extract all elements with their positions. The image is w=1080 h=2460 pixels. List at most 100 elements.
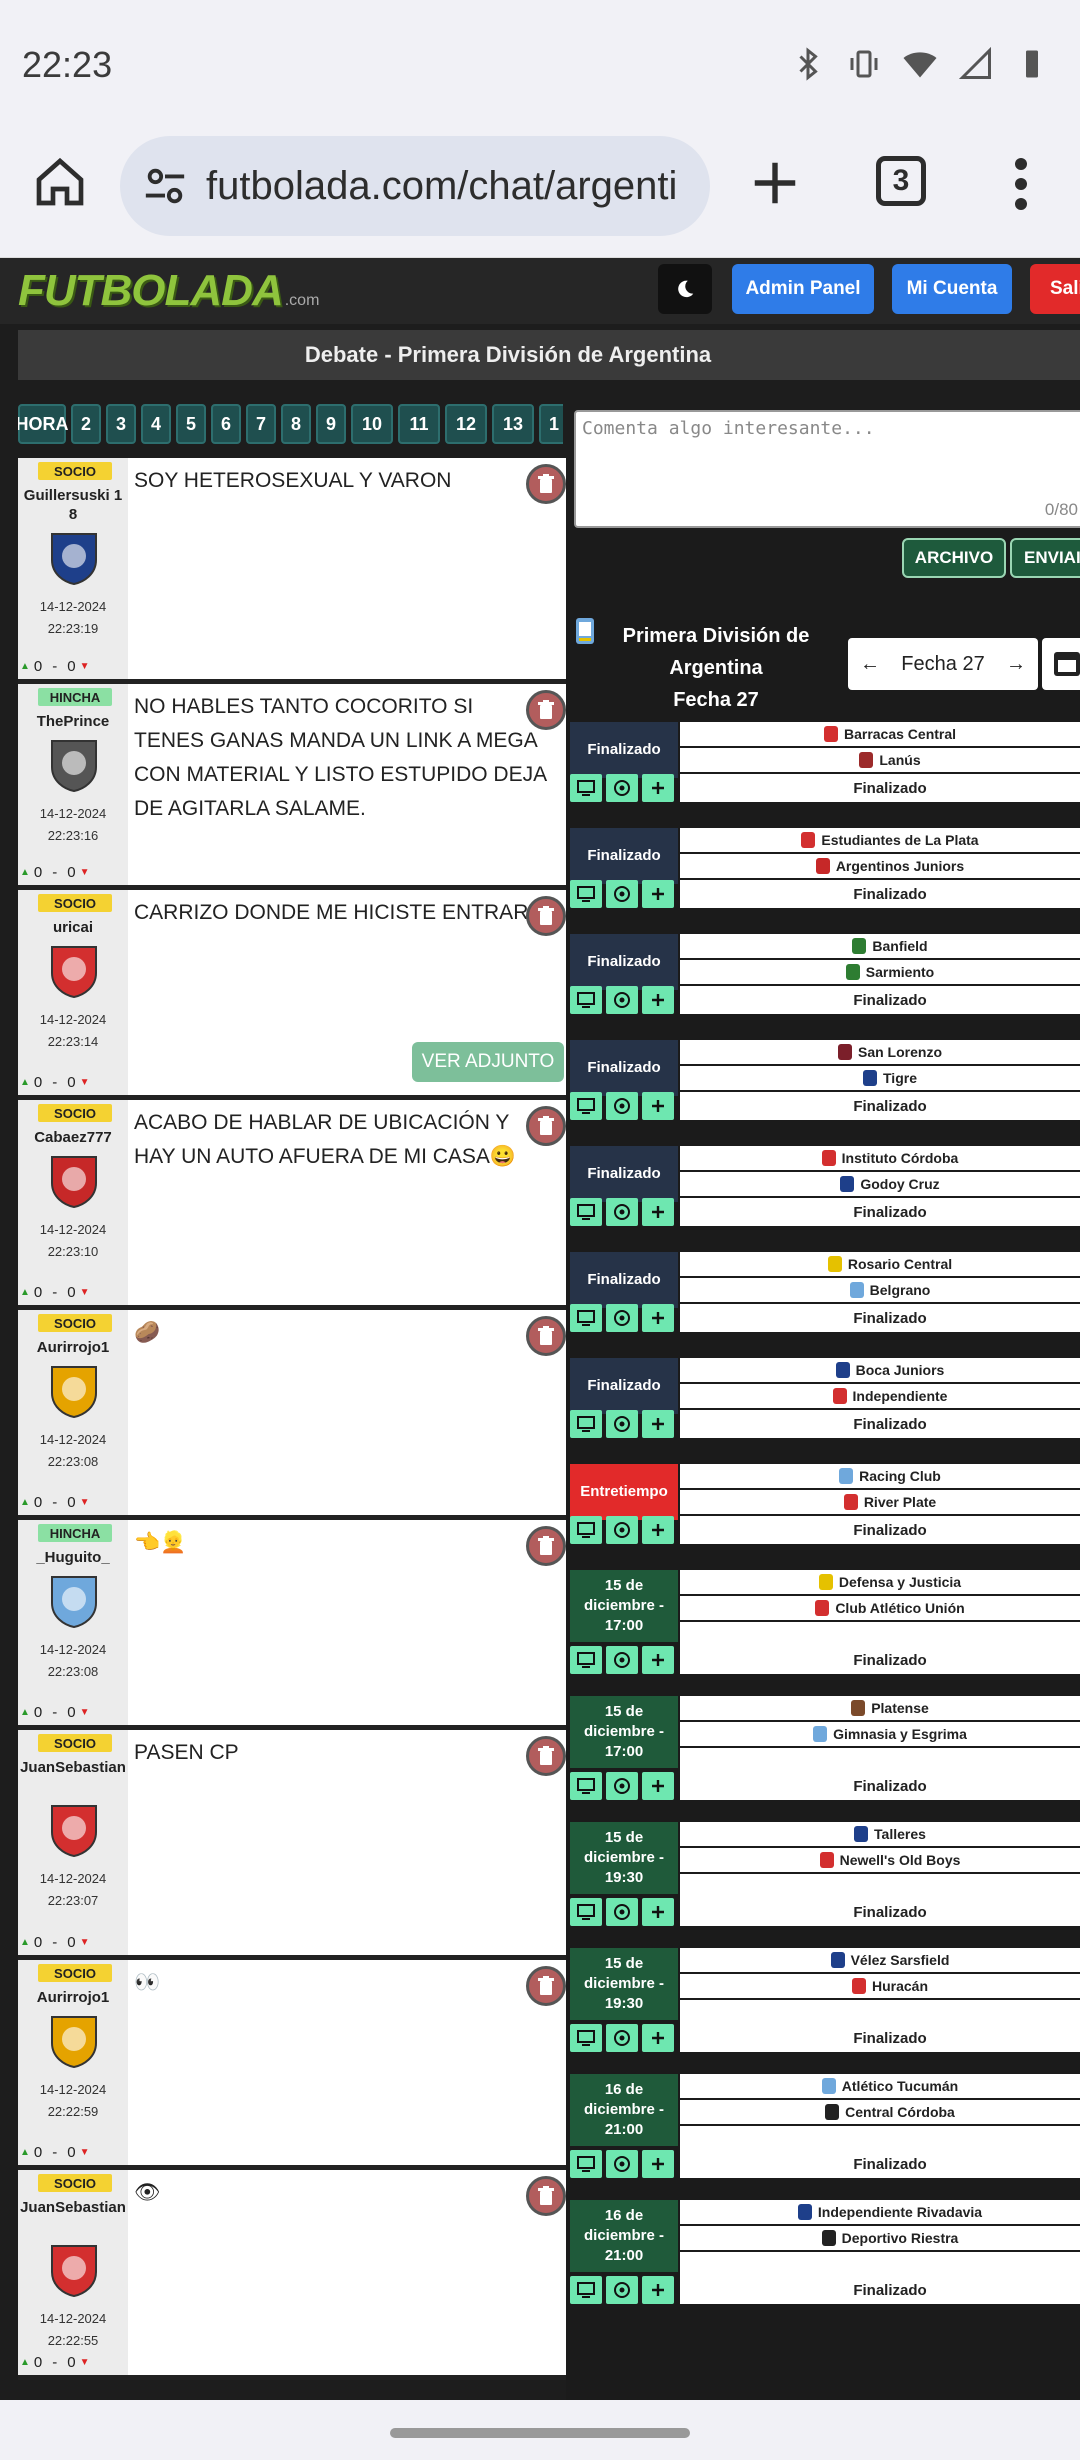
match-card[interactable]: Entretiempo Racing Club River Plate Fina… [570, 1464, 1080, 1550]
tv-button[interactable] [570, 1092, 602, 1120]
thumb-down-icon[interactable]: ▼ [80, 2357, 90, 2368]
thumb-down-icon[interactable]: ▼ [80, 1287, 90, 1298]
ball-button[interactable] [606, 2024, 638, 2052]
match-card[interactable]: Finalizado Barracas Central Lanús Finali… [570, 722, 1080, 808]
tv-button[interactable] [570, 774, 602, 802]
thumb-down-icon[interactable]: ▼ [80, 1077, 90, 1088]
delete-button[interactable] [526, 1106, 566, 1146]
home-team[interactable]: Estudiantes de La Plata [680, 828, 1080, 852]
ball-button[interactable] [606, 2150, 638, 2178]
thumb-up-icon[interactable]: ▲ [20, 1077, 30, 1088]
ball-button[interactable] [606, 1516, 638, 1544]
home-team[interactable]: Talleres [680, 1822, 1080, 1846]
next-arrow-icon[interactable]: → [1006, 653, 1026, 676]
away-team[interactable]: Lanús [680, 748, 1080, 772]
delete-button[interactable] [526, 690, 566, 730]
delete-button[interactable] [526, 464, 566, 504]
add-button[interactable] [642, 2150, 674, 2178]
thumb-down-icon[interactable]: ▼ [80, 661, 90, 672]
ball-button[interactable] [606, 1198, 638, 1226]
hour-tab[interactable]: 12 [445, 404, 487, 444]
match-card[interactable]: 15 de diciembre - 19:30 Talleres Newell'… [570, 1822, 1080, 1932]
username[interactable]: Cabaez777 [20, 1128, 126, 1147]
away-team[interactable]: Club Atlético Unión [680, 1596, 1080, 1620]
hour-tab[interactable]: 6 [211, 404, 241, 444]
delete-button[interactable] [526, 1526, 566, 1566]
fecha-selector[interactable]: ← Fecha 27 → [848, 638, 1038, 690]
add-button[interactable] [642, 2024, 674, 2052]
home-handle[interactable] [390, 2428, 690, 2438]
home-team[interactable]: Banfield [680, 934, 1080, 958]
away-team[interactable]: Newell's Old Boys [680, 1848, 1080, 1872]
ball-button[interactable] [606, 1304, 638, 1332]
match-card[interactable]: Finalizado Banfield Sarmiento Finalizado [570, 934, 1080, 1020]
hour-tab[interactable]: 7 [246, 404, 276, 444]
away-team[interactable]: Sarmiento [680, 960, 1080, 984]
ball-button[interactable] [606, 986, 638, 1014]
match-card[interactable]: 16 de diciembre - 21:00 Atlético Tucumán… [570, 2074, 1080, 2184]
tab-switcher-button[interactable]: 3 [876, 156, 926, 206]
delete-button[interactable] [526, 1316, 566, 1356]
hour-tab[interactable]: 5 [176, 404, 206, 444]
dark-mode-toggle[interactable] [658, 264, 712, 314]
delete-button[interactable] [526, 1736, 566, 1776]
hour-tab[interactable]: 9 [316, 404, 346, 444]
delete-button[interactable] [526, 1966, 566, 2006]
home-team[interactable]: Vélez Sarsfield [680, 1948, 1080, 1972]
tv-button[interactable] [570, 2276, 602, 2304]
hour-tab[interactable]: HORA [18, 404, 69, 444]
match-card[interactable]: 15 de diciembre - 19:30 Vélez Sarsfield … [570, 1948, 1080, 2058]
home-team[interactable]: Barracas Central [680, 722, 1080, 746]
site-logo[interactable]: FUTBOLADA .com [18, 266, 319, 316]
username[interactable]: Guillersuski 18 [20, 486, 126, 524]
match-card[interactable]: 15 de diciembre - 17:00 Defensa y Justic… [570, 1570, 1080, 1680]
tv-button[interactable] [570, 986, 602, 1014]
ball-button[interactable] [606, 2276, 638, 2304]
away-team[interactable]: Independiente [680, 1384, 1080, 1408]
add-button[interactable] [642, 986, 674, 1014]
add-button[interactable] [642, 1898, 674, 1926]
thumb-up-icon[interactable]: ▲ [20, 1287, 30, 1298]
hour-tab[interactable]: 10 [351, 404, 393, 444]
hour-tab[interactable]: 13 [492, 404, 534, 444]
away-team[interactable]: Huracán [680, 1974, 1080, 1998]
comment-input[interactable]: Comenta algo interesante... 0/80 [574, 410, 1080, 528]
tv-button[interactable] [570, 1772, 602, 1800]
thumb-down-icon[interactable]: ▼ [80, 2147, 90, 2158]
away-team[interactable]: Godoy Cruz [680, 1172, 1080, 1196]
tv-button[interactable] [570, 1198, 602, 1226]
add-button[interactable] [642, 1304, 674, 1332]
home-team[interactable]: Defensa y Justicia [680, 1570, 1080, 1594]
hour-tab[interactable]: 3 [106, 404, 136, 444]
add-button[interactable] [642, 1410, 674, 1438]
ball-button[interactable] [606, 1092, 638, 1120]
match-card[interactable]: Finalizado Boca Juniors Independiente Fi… [570, 1358, 1080, 1444]
tv-button[interactable] [570, 2024, 602, 2052]
thumb-up-icon[interactable]: ▲ [20, 1497, 30, 1508]
tv-button[interactable] [570, 1304, 602, 1332]
add-button[interactable] [642, 1516, 674, 1544]
username[interactable]: Aurirrojo1 [20, 1338, 126, 1357]
delete-button[interactable] [526, 2176, 566, 2216]
username[interactable]: JuanSebastian [20, 1758, 126, 1777]
match-card[interactable]: Finalizado Instituto Córdoba Godoy Cruz … [570, 1146, 1080, 1232]
tv-button[interactable] [570, 1898, 602, 1926]
more-options-icon[interactable] [1006, 154, 1036, 214]
home-team[interactable]: Boca Juniors [680, 1358, 1080, 1382]
away-team[interactable]: Central Córdoba [680, 2100, 1080, 2124]
add-button[interactable] [642, 1646, 674, 1674]
add-button[interactable] [642, 1198, 674, 1226]
hour-tab[interactable]: 1 [539, 404, 563, 444]
away-team[interactable]: Deportivo Riestra [680, 2226, 1080, 2250]
thumb-up-icon[interactable]: ▲ [20, 1707, 30, 1718]
username[interactable]: _Huguito_ [20, 1548, 126, 1567]
enviar-button[interactable]: ENVIAI [1010, 538, 1080, 578]
admin-panel-button[interactable]: Admin Panel [732, 264, 874, 314]
calendar-button[interactable] [1042, 638, 1080, 690]
hour-tab[interactable]: 8 [281, 404, 311, 444]
new-tab-icon[interactable] [748, 156, 802, 210]
site-settings-icon[interactable] [142, 163, 188, 209]
thumb-down-icon[interactable]: ▼ [80, 1937, 90, 1948]
away-team[interactable]: Gimnasia y Esgrima [680, 1722, 1080, 1746]
home-team[interactable]: Racing Club [680, 1464, 1080, 1488]
